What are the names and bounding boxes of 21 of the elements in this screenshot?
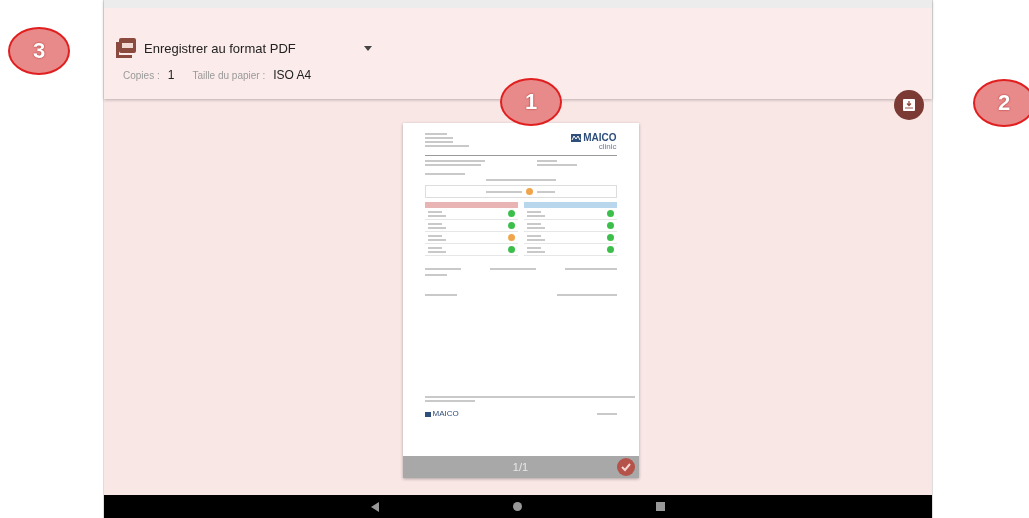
logo-text: MAICO bbox=[583, 133, 617, 143]
copies-value[interactable]: 1 bbox=[167, 68, 175, 82]
save-pdf-button[interactable] bbox=[894, 90, 924, 120]
paper-size-value[interactable]: ISO A4 bbox=[273, 68, 312, 82]
caret-icon bbox=[363, 45, 372, 51]
logo-icon bbox=[424, 411, 431, 417]
page-indicator: 1/1 bbox=[512, 461, 529, 473]
home-icon[interactable] bbox=[513, 502, 522, 511]
paper-size-label: Taille du papier : bbox=[192, 70, 266, 81]
back-icon[interactable] bbox=[371, 501, 379, 512]
pdf-icon bbox=[116, 38, 136, 58]
annotation-marker: 2 bbox=[973, 79, 1029, 127]
logo-icon bbox=[571, 134, 582, 142]
page-preview[interactable]: MAICO clinic MAICO 1/1 bbox=[402, 123, 639, 478]
footer-logo-text: MAICO bbox=[432, 410, 459, 418]
printer-dropdown[interactable]: Enregistrer au format PDF bbox=[144, 40, 372, 56]
checkmark-icon bbox=[616, 458, 635, 476]
logo-subtitle: clinic bbox=[598, 143, 617, 151]
download-pdf-icon bbox=[903, 99, 915, 111]
copies-label: Copies : bbox=[123, 70, 160, 81]
annotation-marker: 3 bbox=[8, 27, 70, 75]
